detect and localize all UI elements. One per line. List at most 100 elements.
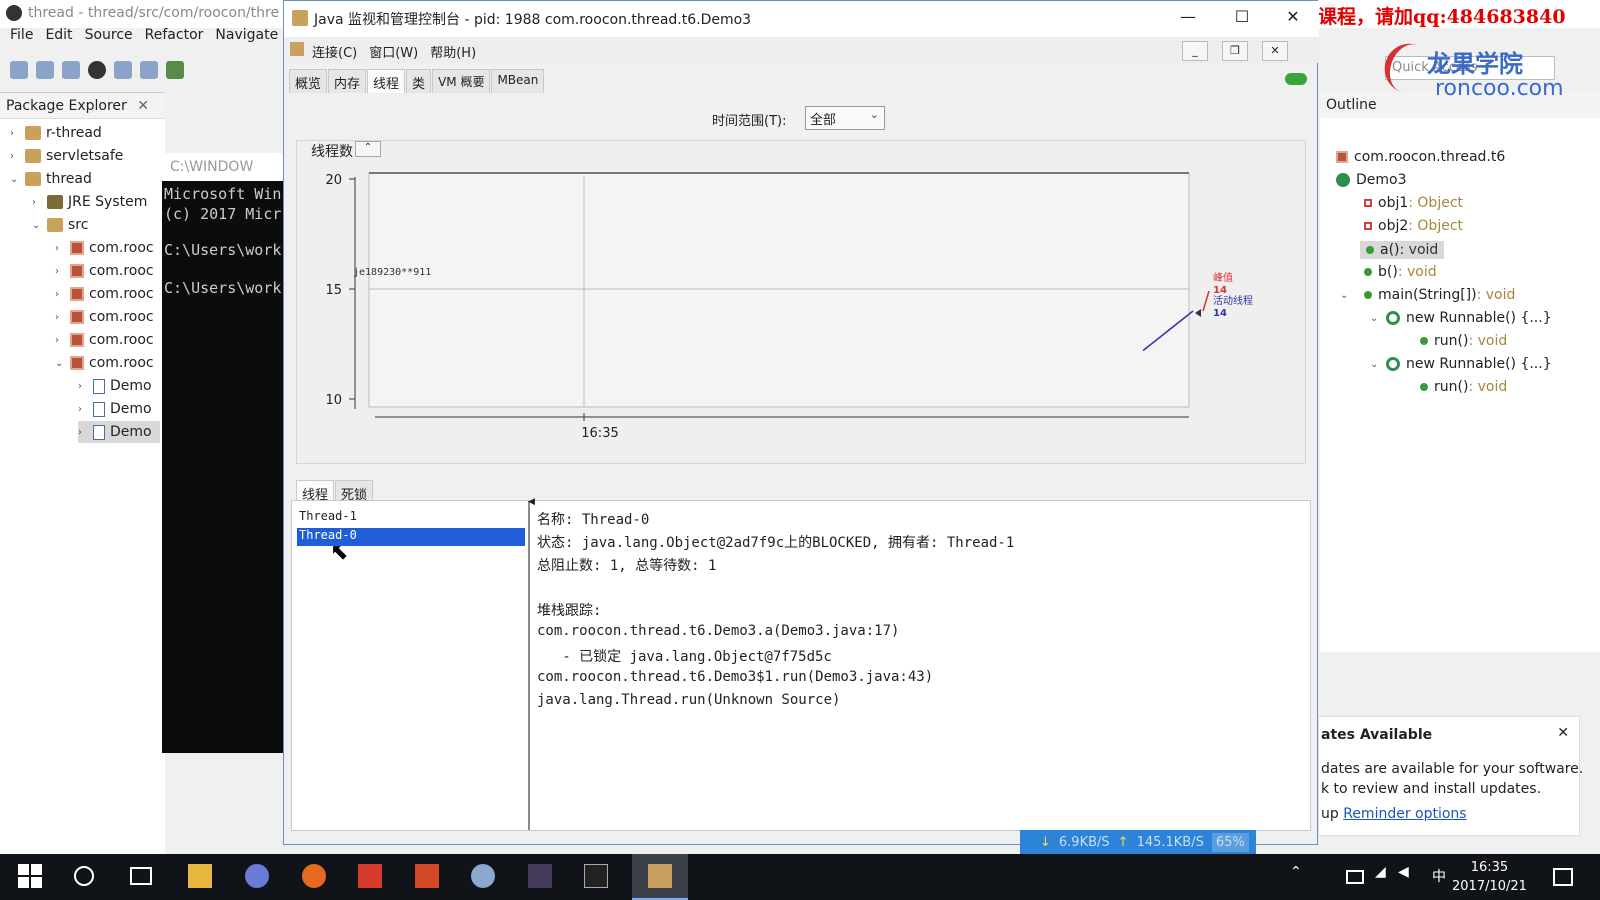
- task-view-icon[interactable]: [130, 867, 152, 885]
- tree-item-thread[interactable]: ⌄ thread: [10, 168, 92, 190]
- outline-member[interactable]: b() : void: [1364, 264, 1437, 280]
- menu-edit[interactable]: Edit: [45, 27, 72, 51]
- chevron-up-icon[interactable]: ⌃: [1290, 864, 1314, 888]
- tab-overview[interactable]: 概览: [289, 69, 328, 93]
- outline-member[interactable]: obj1 : Object: [1364, 195, 1463, 211]
- menu-help[interactable]: 帮助(H): [430, 42, 476, 63]
- outline-class[interactable]: Demo3: [1336, 172, 1407, 188]
- tree-item-package[interactable]: › com.rooc: [55, 306, 154, 328]
- tree-item-src[interactable]: ⌄ src: [32, 214, 88, 236]
- chevron-right-icon[interactable]: ›: [10, 128, 20, 139]
- outline-member[interactable]: run() : void: [1420, 333, 1507, 349]
- paint-icon[interactable]: [471, 864, 495, 888]
- chevron-right-icon[interactable]: ›: [55, 335, 65, 346]
- tab-memory[interactable]: 内存: [328, 69, 367, 93]
- ime-indicator[interactable]: 中: [1432, 866, 1446, 886]
- thread-list-item[interactable]: Thread-1: [297, 509, 525, 527]
- menu-source[interactable]: Source: [85, 27, 133, 51]
- tree-item-file-selected[interactable]: › Demo: [78, 421, 160, 443]
- outline-member[interactable]: run() : void: [1420, 379, 1507, 395]
- tab-threads[interactable]: 线程: [367, 69, 406, 93]
- app-icon[interactable]: [358, 864, 382, 888]
- bug-icon[interactable]: [166, 61, 184, 79]
- browser-icon[interactable]: [245, 864, 269, 888]
- inner-restore-icon[interactable]: ❐: [1222, 41, 1248, 61]
- connection-status-icon[interactable]: [1285, 73, 1307, 85]
- chevron-right-icon[interactable]: ›: [32, 197, 42, 208]
- minimize-icon[interactable]: —: [1174, 7, 1202, 29]
- tab-vm-summary[interactable]: VM 概要: [432, 69, 491, 93]
- close-icon[interactable]: ✕: [137, 98, 149, 114]
- chevron-down-icon[interactable]: ⌄: [10, 174, 20, 185]
- jconsole-title-bar[interactable]: Java 监视和管理控制台 - pid: 1988 com.roocon.thr…: [284, 1, 1319, 37]
- tree-item-file[interactable]: › Demo: [78, 375, 152, 397]
- chevron-right-icon[interactable]: ›: [78, 381, 88, 392]
- chevron-right-icon[interactable]: ›: [55, 243, 65, 254]
- tree-item-package[interactable]: › com.rooc: [55, 329, 154, 351]
- outline-member-selected[interactable]: a() : void: [1360, 241, 1445, 259]
- save-all-icon[interactable]: [62, 61, 80, 79]
- chevron-right-icon[interactable]: ›: [10, 151, 20, 162]
- file-explorer-icon[interactable]: [188, 864, 212, 888]
- menu-connection[interactable]: 连接(C): [312, 42, 357, 63]
- inner-close-icon[interactable]: ✕: [1262, 41, 1288, 61]
- menu-refactor[interactable]: Refactor: [145, 27, 204, 51]
- notification-icon[interactable]: [1553, 868, 1573, 886]
- chevron-down-icon[interactable]: ⌄: [1340, 290, 1350, 301]
- outline-package[interactable]: com.roocon.thread.t6: [1336, 149, 1505, 165]
- maximize-icon[interactable]: ☐: [1228, 7, 1256, 29]
- close-icon[interactable]: ✕: [1557, 725, 1569, 741]
- reminder-options-link[interactable]: Reminder options: [1343, 806, 1466, 822]
- eclipse-icon[interactable]: [528, 864, 552, 888]
- inner-minimize-icon[interactable]: _: [1182, 41, 1208, 61]
- collapse-chart-button[interactable]: ⌃: [355, 141, 381, 157]
- volume-icon[interactable]: ◀: [1398, 864, 1422, 888]
- tree-item-package[interactable]: › com.rooc: [55, 283, 154, 305]
- powerpoint-icon[interactable]: [415, 864, 439, 888]
- chevron-right-icon[interactable]: ›: [55, 266, 65, 277]
- windows-start-icon[interactable]: [18, 864, 42, 888]
- command-prompt-window[interactable]: C:\WINDOW Microsoft Win (c) 2017 Micr C:…: [162, 153, 287, 753]
- chevron-right-icon[interactable]: ›: [55, 289, 65, 300]
- chevron-down-icon[interactable]: ⌄: [1370, 359, 1380, 370]
- menu-file[interactable]: File: [10, 27, 33, 51]
- chevron-right-icon[interactable]: ›: [55, 312, 65, 323]
- new-icon[interactable]: [10, 61, 28, 79]
- tree-item-package[interactable]: › com.rooc: [55, 237, 154, 259]
- debug-icon[interactable]: [140, 61, 158, 79]
- chevron-down-icon[interactable]: ⌄: [32, 220, 42, 231]
- thread-list[interactable]: Thread-1 Thread-0: [292, 501, 530, 830]
- tree-item-jre[interactable]: › JRE System: [32, 191, 147, 213]
- menu-window[interactable]: 窗口(W): [369, 42, 418, 63]
- tab-classes[interactable]: 类: [406, 69, 432, 93]
- taskbar-clock[interactable]: 16:35 2017/10/21: [1452, 858, 1527, 896]
- tab-mbean[interactable]: MBean: [491, 69, 545, 93]
- outline-member[interactable]: obj2 : Object: [1364, 218, 1463, 234]
- wifi-icon[interactable]: ◢: [1375, 864, 1399, 888]
- cortana-search-icon[interactable]: [74, 866, 94, 886]
- tree-item-package[interactable]: ⌄ com.rooc: [55, 352, 154, 374]
- tree-item-r-thread[interactable]: › r-thread: [10, 122, 102, 144]
- cmd-icon[interactable]: [584, 864, 608, 888]
- outline-member[interactable]: ⌄ new Runnable() {...}: [1370, 356, 1552, 372]
- firefox-icon[interactable]: [302, 864, 326, 888]
- chevron-down-icon[interactable]: ⌄: [1370, 313, 1380, 324]
- battery-icon[interactable]: [1346, 870, 1364, 884]
- save-icon[interactable]: [36, 61, 54, 79]
- tree-item-servletsafe[interactable]: › servletsafe: [10, 145, 123, 167]
- time-range-select[interactable]: 全部 ⌄: [805, 106, 885, 130]
- tree-item-label: servletsafe: [46, 148, 124, 164]
- chevron-right-icon[interactable]: ›: [78, 427, 88, 438]
- outline-member[interactable]: ⌄ main(String[]) : void: [1340, 287, 1515, 303]
- close-icon[interactable]: ✕: [1279, 7, 1307, 29]
- chevron-right-icon[interactable]: ›: [78, 404, 88, 415]
- tree-item-package[interactable]: › com.rooc: [55, 260, 154, 282]
- outline-member[interactable]: ⌄ new Runnable() {...}: [1370, 310, 1552, 326]
- run-icon[interactable]: [88, 61, 106, 79]
- menu-navigate[interactable]: Navigate: [215, 27, 278, 51]
- cmd-title-bar[interactable]: C:\WINDOW: [162, 153, 287, 181]
- splitter-arrow-icon[interactable]: ◀: [528, 497, 535, 507]
- chevron-down-icon[interactable]: ⌄: [55, 358, 65, 369]
- tree-item-file[interactable]: › Demo: [78, 398, 152, 420]
- console-icon[interactable]: [114, 61, 132, 79]
